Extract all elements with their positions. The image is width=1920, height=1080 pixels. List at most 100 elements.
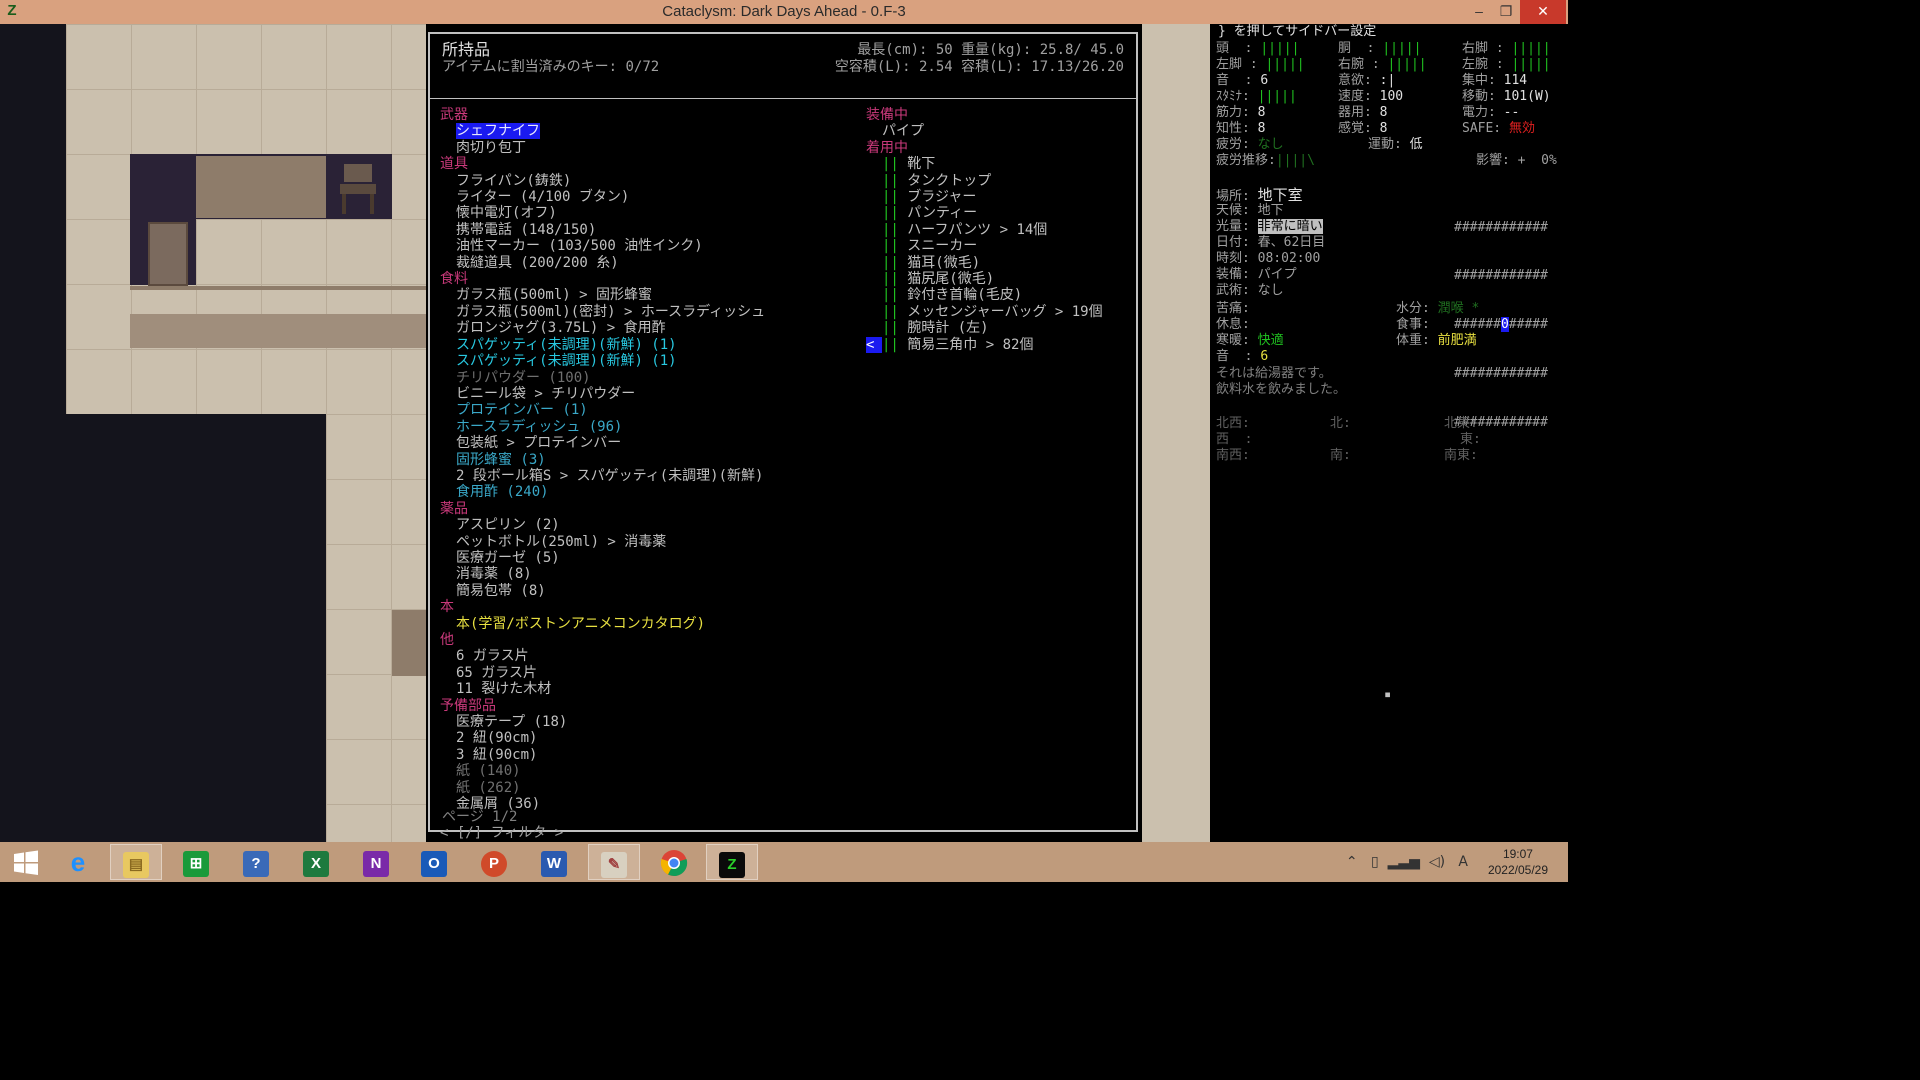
- body-right-leg: 右脚 : |||||: [1462, 41, 1551, 56]
- inventory-item[interactable]: スパゲッティ(未調理)(新鮮) (1): [440, 337, 870, 353]
- help-icon[interactable]: ?: [230, 844, 282, 880]
- worn-item[interactable]: || スニーカー: [866, 238, 1136, 254]
- clock-date: 2022/05/29: [1487, 863, 1548, 877]
- worn-indicator: ||: [882, 205, 899, 222]
- window-titlebar[interactable]: Z Cataclysm: Dark Days Ahead - 0.F-3 – ❐…: [0, 0, 1568, 24]
- inventory-item[interactable]: 簡易包帯 (8): [440, 583, 870, 599]
- filter-hint[interactable]: < [/] フィルタ >: [440, 825, 563, 841]
- date-stat: 日付: 春、62日目: [1216, 235, 1326, 250]
- excel-icon[interactable]: X: [290, 844, 342, 880]
- fatigue-trend-stat: 疲労推移:||||\: [1216, 153, 1315, 168]
- inventory-item[interactable]: 11 裂けた木材: [440, 681, 870, 697]
- perception-stat: 感覚: 8: [1338, 121, 1388, 136]
- inventory-item[interactable]: 携帯電話 (148/150): [440, 222, 870, 238]
- onenote-icon[interactable]: N: [350, 844, 402, 880]
- cataclysm-taskbar-icon[interactable]: Z: [706, 844, 758, 880]
- inventory-item[interactable]: フライパン(鋳鉄): [440, 173, 870, 189]
- inventory-item[interactable]: 医療テープ (18): [440, 714, 870, 730]
- close-button[interactable]: ✕: [1520, 0, 1566, 24]
- word-icon[interactable]: W: [528, 844, 580, 880]
- maximize-button[interactable]: ❐: [1488, 0, 1524, 24]
- inventory-item[interactable]: 固形蜂蜜 (3): [440, 452, 870, 468]
- inventory-item[interactable]: 食用酢 (240): [440, 484, 870, 500]
- worn-item[interactable]: < || 簡易三角巾 > 82個: [866, 336, 1136, 354]
- worn-indicator: ||: [882, 238, 899, 255]
- temperature-stat: 寒暖: 快適: [1216, 333, 1284, 348]
- system-clock[interactable]: 19:07 2022/05/29: [1488, 846, 1548, 878]
- inventory-item[interactable]: アスピリン (2): [440, 517, 870, 533]
- inventory-item[interactable]: 紙 (262): [440, 780, 870, 796]
- inventory-item[interactable]: 紙 (140): [440, 763, 870, 779]
- inventory-item[interactable]: 6 ガラス片: [440, 648, 870, 664]
- store-icon[interactable]: ⊞: [170, 844, 222, 880]
- inventory-item[interactable]: シェフナイフ: [440, 123, 870, 140]
- inventory-item[interactable]: 3 紐(90cm): [440, 747, 870, 763]
- wielded-item[interactable]: パイプ: [866, 123, 1136, 139]
- inventory-item[interactable]: ガラス瓶(500ml)(密封) > ホースラディッシュ: [440, 304, 870, 320]
- compass-e: 東:: [1460, 432, 1481, 447]
- message-log-line: 飲料水を飲みました。: [1216, 382, 1347, 397]
- inventory-item[interactable]: プロテインバー (1): [440, 402, 870, 418]
- worn-indicator: ||: [882, 156, 899, 173]
- worn-item[interactable]: || 靴下: [866, 156, 1136, 172]
- inventory-stats-volume: 空容積(L): 2.54 容積(L): 17.13/26.20: [834, 59, 1124, 75]
- worn-indicator: ||: [882, 254, 899, 271]
- inventory-item[interactable]: 包装紙 > プロテインバー: [440, 435, 870, 451]
- battery-icon[interactable]: ▯: [1371, 854, 1379, 870]
- worn-item[interactable]: || タンクトップ: [866, 173, 1136, 189]
- worn-item[interactable]: || メッセンジャーバッグ > 19個: [866, 304, 1136, 320]
- powerpoint-icon[interactable]: P: [468, 844, 520, 880]
- outlook-icon[interactable]: O: [408, 844, 460, 880]
- worn-item[interactable]: || パンティー: [866, 205, 1136, 221]
- internet-explorer-icon[interactable]: e: [52, 844, 104, 880]
- file-explorer-icon[interactable]: ▤: [110, 844, 162, 880]
- inventory-item[interactable]: 肉切り包丁: [440, 140, 870, 156]
- worn-item[interactable]: || 腕時計 (左): [866, 320, 1136, 336]
- paint-icon[interactable]: ✎: [588, 844, 640, 880]
- fatigue-stat: 疲労: なし: [1216, 137, 1284, 152]
- inventory-item[interactable]: ビニール袋 > チリパウダー: [440, 386, 870, 402]
- worn-indicator: ||: [882, 303, 899, 320]
- worn-item[interactable]: || 猫耳(微毛): [866, 255, 1136, 271]
- time-stat: 時刻: 08:02:00: [1216, 251, 1321, 266]
- window-title: Cataclysm: Dark Days Ahead - 0.F-3: [662, 3, 906, 20]
- inventory-item[interactable]: 裁縫道具 (200/200 糸): [440, 255, 870, 271]
- chevron-up-icon[interactable]: ⌃: [1346, 854, 1358, 870]
- worn-item[interactable]: || ブラジャー: [866, 189, 1136, 205]
- inventory-item[interactable]: 本(学習/ボストンアニメコンカタログ): [440, 616, 870, 632]
- inventory-item[interactable]: ガラス瓶(500ml) > 固形蜂蜜: [440, 287, 870, 303]
- start-button[interactable]: [0, 844, 52, 880]
- worn-item[interactable]: || 猫尻尾(微毛): [866, 271, 1136, 287]
- body-left-leg: 左脚 : |||||: [1216, 57, 1305, 72]
- body-right-arm: 右腕 : |||||: [1338, 57, 1427, 72]
- rest-stat: 休息:: [1216, 317, 1250, 332]
- inventory-item[interactable]: スパゲッティ(未調理)(新鮮) (1): [440, 353, 870, 369]
- worn-item[interactable]: || ハーフパンツ > 14個: [866, 222, 1136, 238]
- inventory-item[interactable]: 医療ガーゼ (5): [440, 550, 870, 566]
- worn-indicator: ||: [882, 271, 899, 288]
- inventory-item[interactable]: ホースラディッシュ (96): [440, 419, 870, 435]
- network-icon[interactable]: ▂▃▅: [1388, 854, 1420, 870]
- inventory-item[interactable]: 2 紐(90cm): [440, 730, 870, 746]
- ime-indicator[interactable]: A: [1458, 854, 1468, 870]
- inventory-item[interactable]: 油性マーカー (103/500 油性インク): [440, 238, 870, 254]
- volume-icon[interactable]: ◁): [1429, 854, 1445, 870]
- inventory-stats-weight: 最長(cm): 50 重量(kg): 25.8/ 45.0: [857, 42, 1124, 58]
- compass-se: 南東:: [1444, 448, 1478, 463]
- inventory-item[interactable]: 消毒薬 (8): [440, 566, 870, 582]
- inventory-item[interactable]: 2 段ボール箱S > スパゲッティ(未調理)(新鮮): [440, 468, 870, 484]
- system-tray[interactable]: ⌃ ▯ ▂▃▅ ◁) A: [1346, 854, 1468, 870]
- inventory-item[interactable]: ガロンジャグ(3.75L) > 食用酢: [440, 320, 870, 336]
- inventory-item[interactable]: チリパウダー (100): [440, 370, 870, 386]
- chrome-icon[interactable]: [648, 844, 700, 880]
- inventory-item[interactable]: 65 ガラス片: [440, 665, 870, 681]
- inventory-panel[interactable]: 所持品 アイテムに割当済みのキー: 0/72 最長(cm): 50 重量(kg)…: [428, 32, 1138, 841]
- worn-item[interactable]: || 鈴付き首輪(毛皮): [866, 287, 1136, 303]
- morale-stat: 意欲: :|: [1338, 73, 1396, 88]
- inventory-item[interactable]: 懐中電灯(オフ): [440, 205, 870, 221]
- inventory-item[interactable]: ペットボトル(250ml) > 消毒薬: [440, 534, 870, 550]
- game-map[interactable]: [0, 24, 426, 842]
- unexplored-area: [0, 24, 66, 842]
- inventory-item[interactable]: ライター (4/100 ブタン): [440, 189, 870, 205]
- dexterity-stat: 器用: 8: [1338, 105, 1388, 120]
